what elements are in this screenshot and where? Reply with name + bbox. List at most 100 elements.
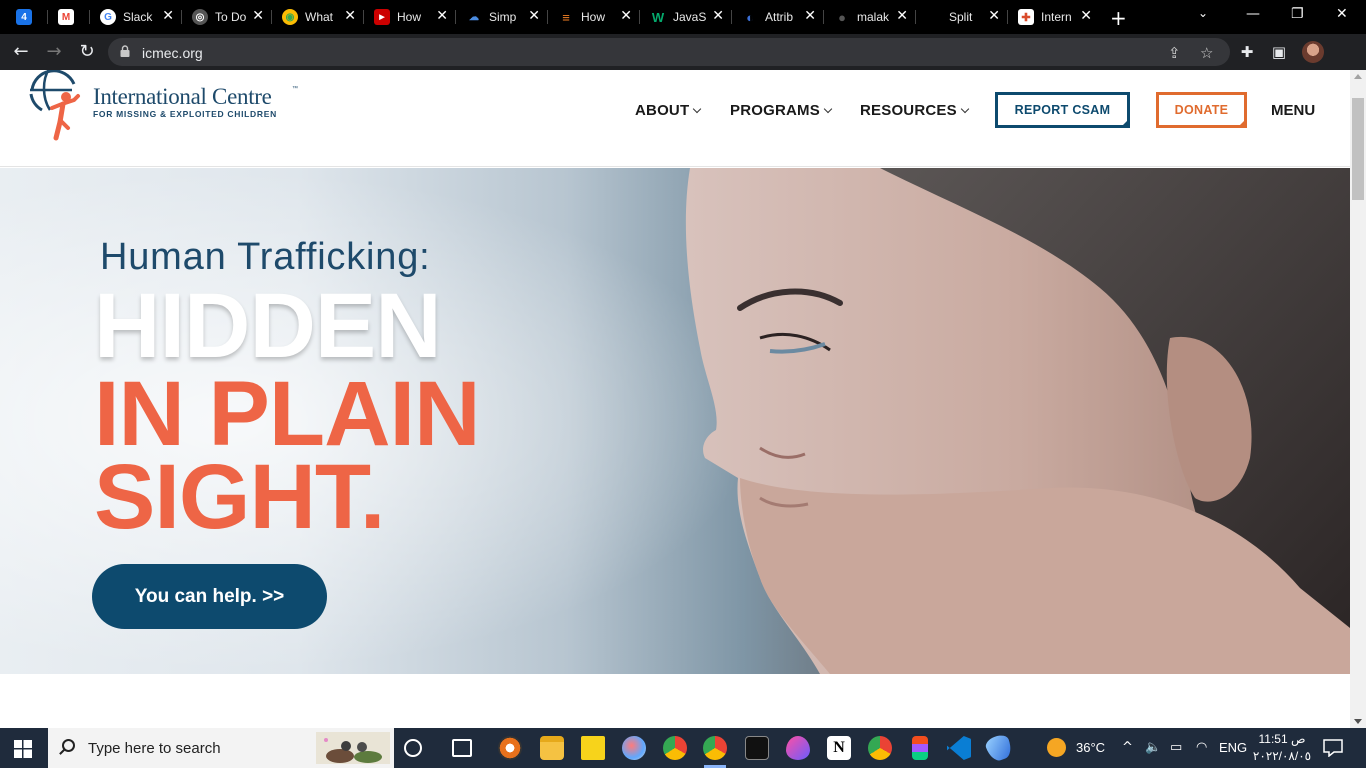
weather-sun-icon[interactable] [1047, 738, 1066, 757]
paint-icon[interactable] [622, 736, 646, 760]
speaker-icon[interactable]: 🔈 [1145, 740, 1161, 755]
tray-chevron-up-icon[interactable]: ^ [1122, 740, 1133, 755]
tab-title: Simp [489, 10, 517, 24]
browser-toolbar: ← → ↻ icmec.org ⇪ ☆ ✚ ▣ [0, 34, 1366, 70]
tab-title: malak [857, 10, 890, 24]
tab-search-chevron-icon[interactable]: ⌄ [1198, 6, 1208, 20]
new-tab-icon[interactable]: + [1110, 6, 1127, 30]
minimize-icon[interactable]: — [1246, 6, 1260, 22]
figma-icon[interactable] [912, 736, 928, 760]
wifi-icon[interactable]: ◠ [1196, 740, 1207, 755]
tab-split[interactable]: Split ✕ [916, 4, 1008, 30]
report-csam-button[interactable]: REPORT CSAM [995, 92, 1130, 128]
donate-button[interactable]: DONATE [1156, 92, 1247, 128]
menu-button[interactable]: MENU [1271, 102, 1315, 119]
tab-javascript[interactable]: W JavaS ✕ [640, 4, 732, 30]
close-window-icon[interactable]: ✕ [1336, 6, 1348, 22]
file-explorer-icon[interactable] [540, 736, 564, 760]
notification-center-icon[interactable] [1323, 739, 1343, 757]
close-tab-icon[interactable]: ✕ [162, 8, 174, 24]
hero-headline-line3: SIGHT. [94, 446, 385, 548]
reload-icon[interactable]: ↻ [76, 41, 98, 63]
nav-resources-label: RESOURCES [860, 102, 957, 119]
chevron-down-icon [823, 104, 833, 114]
close-tab-icon[interactable]: ✕ [712, 8, 724, 24]
close-tab-icon[interactable]: ✕ [1080, 8, 1092, 24]
tab-title: Slack [123, 10, 153, 24]
close-tab-icon[interactable]: ✕ [344, 8, 356, 24]
close-tab-icon[interactable]: ✕ [988, 8, 1000, 24]
language-indicator[interactable]: ENG [1219, 740, 1247, 755]
icmec-favicon-icon: ✚ [1018, 9, 1034, 25]
nav-programs[interactable]: PROGRAMS [730, 102, 833, 119]
tab-gmail[interactable]: M [48, 4, 90, 30]
page-scrollbar[interactable] [1350, 70, 1366, 728]
tab-title: Attrib [765, 10, 794, 24]
close-tab-icon[interactable]: ✕ [620, 8, 632, 24]
drop-app-icon[interactable] [786, 736, 810, 760]
tab-icmec-active[interactable]: ✚ Intern ✕ [1008, 4, 1100, 30]
task-view-icon[interactable] [452, 739, 472, 757]
close-tab-icon[interactable]: ✕ [896, 8, 908, 24]
hero-kicker: Human Trafficking: [100, 236, 431, 278]
tab-how-2[interactable]: ≡ How ✕ [548, 4, 640, 30]
tab-malak[interactable]: ● malak ✕ [824, 4, 916, 30]
taskbar-search-box[interactable]: Type here to search [48, 728, 394, 768]
chrome-icon[interactable] [663, 736, 687, 760]
tab-how-1[interactable]: ▶ How ✕ [364, 4, 456, 30]
chrome-profile-icon[interactable] [703, 736, 727, 760]
cortana-icon[interactable] [404, 739, 422, 757]
clock-time: 11:51 ص [1258, 732, 1306, 746]
forward-arrow-icon[interactable]: → [43, 41, 65, 63]
nav-about[interactable]: ABOUT [635, 102, 702, 119]
tab-todo[interactable]: ◎ To Do ✕ [182, 4, 272, 30]
logo-trademark: ™ [292, 86, 298, 92]
sticky-notes-icon[interactable] [581, 736, 605, 760]
tab-title: How [397, 10, 422, 24]
restore-icon[interactable]: ❐ [1291, 6, 1304, 22]
blank-page-icon [926, 9, 942, 25]
media-player-icon[interactable] [498, 736, 522, 760]
w3-icon: W [651, 9, 665, 25]
terminal-icon[interactable] [745, 736, 769, 760]
profile-avatar[interactable] [1302, 41, 1324, 63]
notion-icon[interactable]: N [827, 736, 851, 760]
extensions-puzzle-icon[interactable]: ✚ [1238, 43, 1256, 61]
shark-app-icon[interactable] [983, 732, 1015, 764]
windows-start-icon[interactable] [14, 740, 32, 758]
scroll-down-icon[interactable] [1354, 719, 1362, 724]
system-clock[interactable]: 11:51 ص ٢٠٢٢/٠٨/٠٥ [1252, 731, 1312, 765]
scrollbar-thumb[interactable] [1352, 98, 1364, 200]
tab-attrib[interactable]: ◐ Attrib ✕ [732, 4, 824, 30]
nav-about-label: ABOUT [635, 102, 690, 119]
close-tab-icon[interactable]: ✕ [528, 8, 540, 24]
tab-title: To Do [215, 10, 247, 24]
battery-icon[interactable]: ▭ [1170, 740, 1182, 755]
tab-simp[interactable]: ☁ Simp ✕ [456, 4, 548, 30]
close-tab-icon[interactable]: ✕ [252, 8, 264, 24]
chrome-alt-icon[interactable] [868, 736, 892, 760]
back-arrow-icon[interactable]: ← [10, 41, 32, 63]
vscode-icon[interactable] [947, 736, 971, 760]
share-icon[interactable]: ⇪ [1168, 44, 1181, 62]
close-tab-icon[interactable]: ✕ [436, 8, 448, 24]
browser-tab-strip: 4 M G Slack ✕ ◎ To Do ✕ ◉ What ✕ ▶ How ✕… [0, 0, 1366, 34]
tab-slack[interactable]: G Slack ✕ [90, 4, 182, 30]
you-can-help-button[interactable]: You can help. >> [92, 564, 327, 629]
bookmark-star-icon[interactable]: ☆ [1200, 44, 1213, 62]
tab-calendar[interactable]: 4 [6, 4, 48, 30]
tab-title: Intern [1041, 10, 1072, 24]
calendar-icon: 4 [16, 9, 32, 25]
github-icon: ● [838, 9, 846, 25]
cloud-icon: ☁ [469, 11, 479, 23]
tab-what[interactable]: ◉ What ✕ [272, 4, 364, 30]
icmec-logo[interactable]: International Centre ™ FOR MISSING & EXP… [28, 70, 318, 145]
nav-resources[interactable]: RESOURCES [860, 102, 970, 119]
lock-icon [120, 45, 130, 57]
tab-title: Split [949, 10, 973, 24]
address-bar[interactable]: icmec.org ⇪ ☆ [108, 38, 1230, 66]
scroll-up-icon[interactable] [1354, 74, 1362, 79]
weather-temperature[interactable]: 36°C [1076, 740, 1105, 755]
reading-mode-icon[interactable]: ▣ [1270, 43, 1288, 61]
close-tab-icon[interactable]: ✕ [804, 8, 816, 24]
